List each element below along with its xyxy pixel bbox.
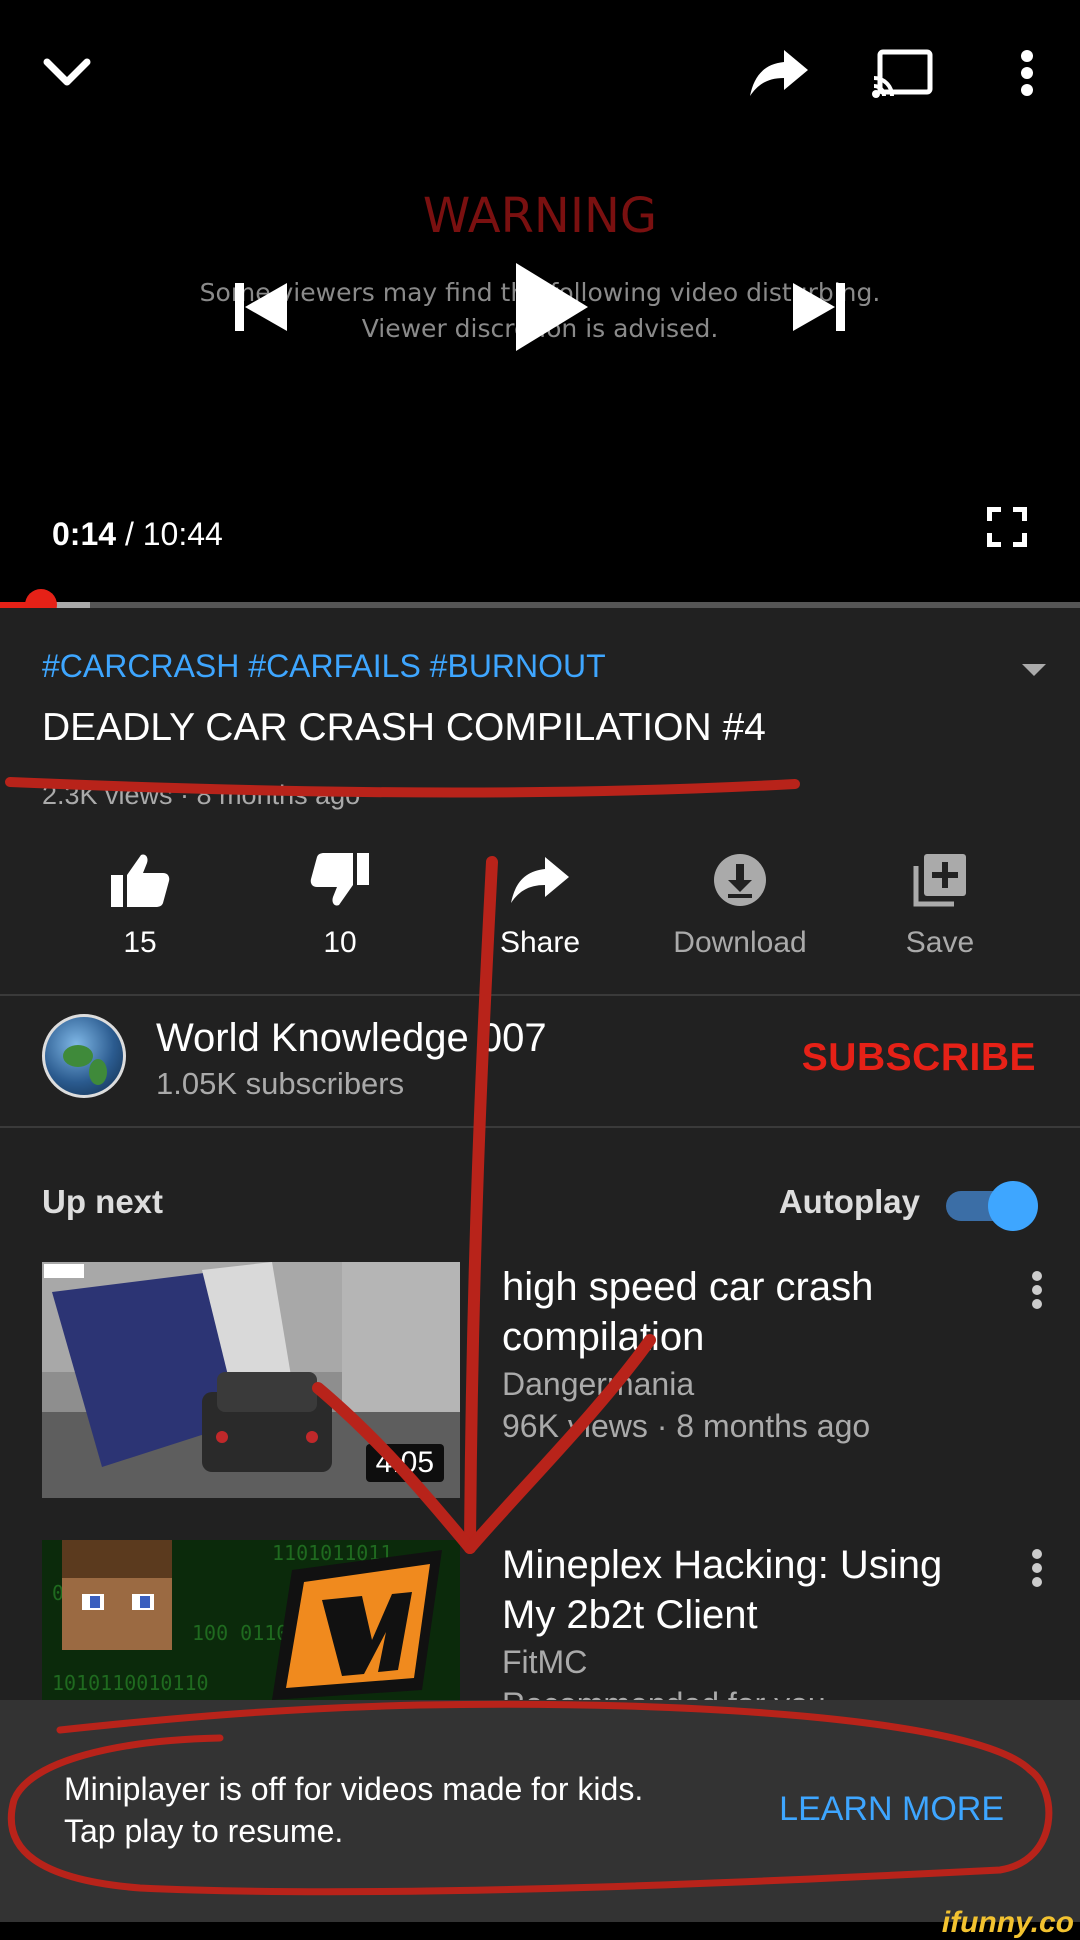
video-meta: 2.3K views · 8 months ago	[42, 780, 361, 810]
cast-icon[interactable]	[868, 38, 938, 108]
svg-text:1010110010110: 1010110010110	[52, 1671, 209, 1695]
watermark: ifunny.co	[941, 1906, 1074, 1939]
video-title[interactable]: Mineplex Hacking: Using My 2b2t Client	[502, 1540, 982, 1640]
autoplay-toggle[interactable]	[942, 1181, 1038, 1231]
list-item[interactable]: 4:05 high speed car crash compilation Da…	[0, 1262, 1080, 1502]
up-next-header: Up next Autoplay	[0, 1173, 1080, 1233]
video-thumbnail[interactable]: 4:05	[42, 1262, 460, 1498]
channel-avatar[interactable]	[42, 1014, 126, 1098]
autoplay-label: Autoplay	[778, 1183, 920, 1220]
miniplayer-snackbar: Miniplayer is off for videos made for ki…	[0, 1700, 1080, 1922]
play-icon[interactable]	[500, 252, 600, 362]
download-label: Download	[673, 926, 807, 959]
video-thumbnail[interactable]: 0101101011 100 0110 1010110010110 110101…	[42, 1540, 460, 1700]
save-label: Save	[905, 926, 975, 959]
video-title: DEADLY CAR CRASH COMPILATION #4	[42, 706, 766, 749]
more-vertical-icon[interactable]	[1030, 1270, 1050, 1316]
more-vertical-icon[interactable]	[1030, 1548, 1050, 1594]
video-channel: FitMC	[502, 1644, 588, 1680]
like-button[interactable]: 15	[40, 840, 240, 970]
video-player[interactable]: WARNING Some viewers may find the follow…	[0, 0, 1080, 621]
up-next-label: Up next	[42, 1183, 164, 1220]
channel-row[interactable]: World Knowledge 007 1.05K subscribers SU…	[0, 996, 1080, 1116]
total-duration: 10:44	[142, 516, 223, 552]
video-meta: Recommended for you	[502, 1686, 826, 1700]
time-separator: /	[124, 516, 134, 552]
snackbar-line2: Tap play to resume.	[64, 1813, 344, 1849]
dislike-button[interactable]: 10	[240, 840, 440, 970]
current-time: 0:14	[52, 516, 117, 552]
download-button[interactable]: Download	[640, 840, 840, 970]
action-bar: 15 10 Share Download Save	[40, 840, 1040, 970]
svg-text:100 0110: 100 0110	[192, 1621, 288, 1645]
subscribe-button[interactable]: SUBSCRIBE	[802, 1036, 1036, 1080]
fullscreen-icon[interactable]	[980, 500, 1034, 554]
thumbs-up-icon	[109, 840, 171, 920]
like-count: 15	[123, 926, 157, 959]
video-hashtags[interactable]: #CARCRASH #CARFAILS #BURNOUT	[42, 648, 606, 685]
divider	[0, 1126, 1080, 1128]
download-icon	[712, 840, 768, 920]
expand-description-icon[interactable]	[1014, 654, 1054, 684]
next-video-icon[interactable]	[784, 272, 854, 342]
toggle-thumb	[988, 1181, 1038, 1231]
minimize-chevron-down-icon[interactable]	[32, 38, 102, 108]
more-vertical-icon[interactable]	[992, 38, 1062, 108]
subscriber-count: 1.05K subscribers	[156, 1066, 405, 1101]
thumbs-down-icon	[309, 840, 371, 920]
time-display: 0:14 / 10:44	[52, 516, 223, 553]
video-meta: 96K views · 8 months ago	[502, 1408, 871, 1444]
video-title[interactable]: high speed car crash compilation	[502, 1262, 982, 1362]
bottom-strip	[0, 1922, 1080, 1940]
save-button[interactable]: Save	[840, 840, 1040, 970]
add-to-playlist-icon	[912, 840, 968, 920]
video-channel: Dangermania	[502, 1366, 695, 1402]
share-arrow-icon[interactable]	[744, 38, 814, 108]
learn-more-button[interactable]: LEARN MORE	[779, 1790, 1004, 1829]
warning-title: WARNING	[422, 188, 658, 244]
share-button[interactable]: Share	[440, 840, 640, 970]
snackbar-line1: Miniplayer is off for videos made for ki…	[64, 1771, 644, 1807]
dislike-count: 10	[323, 926, 357, 959]
share-icon	[509, 840, 571, 920]
snackbar-message: Miniplayer is off for videos made for ki…	[64, 1768, 744, 1852]
channel-name[interactable]: World Knowledge 007	[156, 1016, 547, 1061]
list-item[interactable]: 0101101011 100 0110 1010110010110 110101…	[0, 1540, 1080, 1700]
video-duration: 4:05	[365, 1444, 444, 1482]
share-label: Share	[499, 926, 581, 959]
previous-video-icon[interactable]	[226, 272, 296, 342]
